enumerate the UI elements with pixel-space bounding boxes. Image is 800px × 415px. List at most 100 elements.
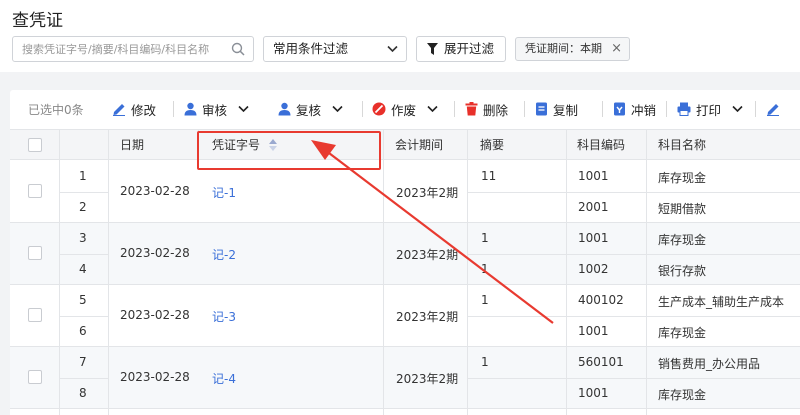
pencil-icon — [113, 104, 125, 116]
printer-icon — [677, 102, 691, 116]
header-account-code[interactable]: 科目编码 — [577, 130, 625, 160]
voucher-period: 2023年2期 — [396, 372, 459, 386]
header-summary[interactable]: 摘要 — [480, 130, 504, 160]
toolbar-divider — [362, 101, 363, 117]
toolbar-divider — [524, 101, 525, 117]
toolbar-divider — [666, 101, 667, 117]
audit-button[interactable]: 审核 — [184, 99, 249, 119]
copy-icon — [536, 102, 547, 116]
page-title: 查凭证 — [12, 11, 63, 31]
row-checkbox[interactable] — [28, 308, 42, 322]
toolbar-divider — [602, 101, 603, 117]
void-button[interactable]: 作废 — [372, 99, 438, 119]
edit-label: 修改 — [131, 102, 157, 118]
voucher-row-group[interactable]: 1 2 2023-02-28 记-1 2023年2期 11 1001 库存现金 2001 短期借款 — [10, 161, 800, 223]
expand-filter-label: 展开过滤 — [444, 41, 495, 56]
sort-icon[interactable] — [269, 139, 277, 151]
print-label: 打印 — [696, 102, 722, 118]
voucher-number-link[interactable]: 记-1 — [212, 184, 236, 201]
search-box[interactable] — [12, 36, 254, 62]
row-account-code: 400102 — [578, 293, 624, 307]
row-divider — [59, 378, 108, 379]
chevron-down-icon[interactable] — [238, 105, 249, 113]
row-account-name: 销售费用_办公用品 — [658, 357, 761, 371]
column-divider — [467, 130, 468, 415]
header-date[interactable]: 日期 — [120, 130, 144, 160]
search-icon[interactable] — [231, 42, 245, 56]
row-account-code: 1002 — [578, 262, 609, 276]
filter-icon — [427, 43, 438, 55]
row-account-name: 生产成本_辅助生产成本 — [658, 295, 785, 309]
header-voucher-no[interactable]: 凭证字号 — [212, 130, 260, 160]
toolbar: 已选中0条 修改 审核 复核 作废 删除 复制 冲销 打印 — [10, 90, 800, 128]
trash-icon — [465, 102, 478, 116]
select-all-checkbox[interactable] — [28, 138, 42, 152]
row-number: 5 — [79, 293, 87, 307]
delete-label: 删除 — [483, 102, 509, 118]
chevron-down-icon[interactable] — [332, 105, 343, 113]
row-number: 1 — [79, 169, 87, 183]
review-label: 复核 — [296, 102, 322, 118]
row-account-code: 1001 — [578, 169, 609, 183]
row-account-code: 1001 — [578, 386, 609, 400]
row-checkbox[interactable] — [28, 370, 42, 384]
toolbar-divider — [755, 101, 756, 117]
column-divider — [646, 130, 647, 415]
row-account-name: 银行存款 — [658, 264, 707, 278]
row-number: 8 — [79, 386, 87, 400]
void-icon — [372, 102, 386, 116]
row-account-name: 库存现金 — [658, 326, 707, 340]
row-divider — [467, 378, 800, 379]
chevron-down-icon[interactable] — [732, 105, 743, 113]
voucher-row-group[interactable]: 5 6 2023-02-28 记-3 2023年2期 1 400102 生产成本_辅助生产成本… — [10, 285, 800, 347]
selected-count: 已选中0条 — [28, 103, 84, 117]
voucher-number-link[interactable]: 记-2 — [212, 246, 236, 263]
header-period[interactable]: 会计期间 — [395, 130, 443, 160]
chevron-down-icon[interactable] — [427, 105, 438, 113]
user-icon — [184, 102, 197, 116]
print-button[interactable]: 打印 — [677, 99, 743, 119]
voucher-row-group[interactable]: 7 8 2023-02-28 记-4 2023年2期 1 560101 销售费用_办公用品 10… — [10, 347, 800, 409]
row-account-code: 1001 — [578, 324, 609, 338]
row-checkbox[interactable] — [28, 246, 42, 260]
row-account-name: 库存现金 — [658, 171, 707, 185]
voucher-date: 2023-02-28 — [120, 184, 190, 198]
edit-button[interactable]: 修改 — [112, 99, 156, 119]
voucher-period: 2023年2期 — [396, 186, 459, 200]
column-divider — [59, 130, 60, 415]
row-summary: 11 — [481, 169, 497, 183]
more-edit-button[interactable] — [766, 99, 780, 119]
row-account-code: 560101 — [578, 355, 624, 369]
row-account-name: 短期借款 — [658, 202, 707, 216]
copy-button[interactable]: 复制 — [535, 99, 578, 119]
row-divider — [467, 254, 800, 255]
header-account-name[interactable]: 科目名称 — [658, 130, 706, 160]
period-filter-tag: 凭证期间：本期 × — [515, 37, 630, 61]
row-divider — [467, 192, 800, 193]
voucher-row-group[interactable]: 3 4 2023-02-28 记-2 2023年2期 1 1001 库存现金 1 1002 银行存款 — [10, 223, 800, 285]
row-summary: 1 — [481, 355, 489, 369]
row-number: 2 — [79, 200, 87, 214]
row-account-name: 库存现金 — [658, 233, 707, 247]
column-divider — [198, 130, 199, 160]
delete-button[interactable]: 删除 — [465, 99, 508, 119]
voucher-period: 2023年2期 — [396, 310, 459, 324]
user-icon — [278, 102, 291, 116]
row-checkbox[interactable] — [28, 184, 42, 198]
reverse-button[interactable]: 冲销 — [613, 99, 656, 119]
voucher-period: 2023年2期 — [396, 248, 459, 262]
voucher-number-link[interactable]: 记-3 — [212, 308, 236, 325]
expand-filter-button[interactable]: 展开过滤 — [416, 36, 506, 62]
voucher-number-link[interactable]: 记-4 — [212, 370, 236, 387]
condition-filter-select[interactable]: 常用条件过滤 — [263, 36, 407, 62]
row-account-code: 1001 — [578, 231, 609, 245]
toolbar-divider — [173, 101, 174, 117]
review-button[interactable]: 复核 — [278, 99, 343, 119]
close-icon[interactable]: × — [611, 38, 622, 60]
row-summary: 1 — [481, 231, 489, 245]
copy-label: 复制 — [553, 102, 579, 118]
search-input[interactable] — [13, 37, 223, 61]
row-summary: 1 — [481, 262, 489, 276]
row-number: 4 — [79, 262, 87, 276]
row-divider — [59, 316, 108, 317]
